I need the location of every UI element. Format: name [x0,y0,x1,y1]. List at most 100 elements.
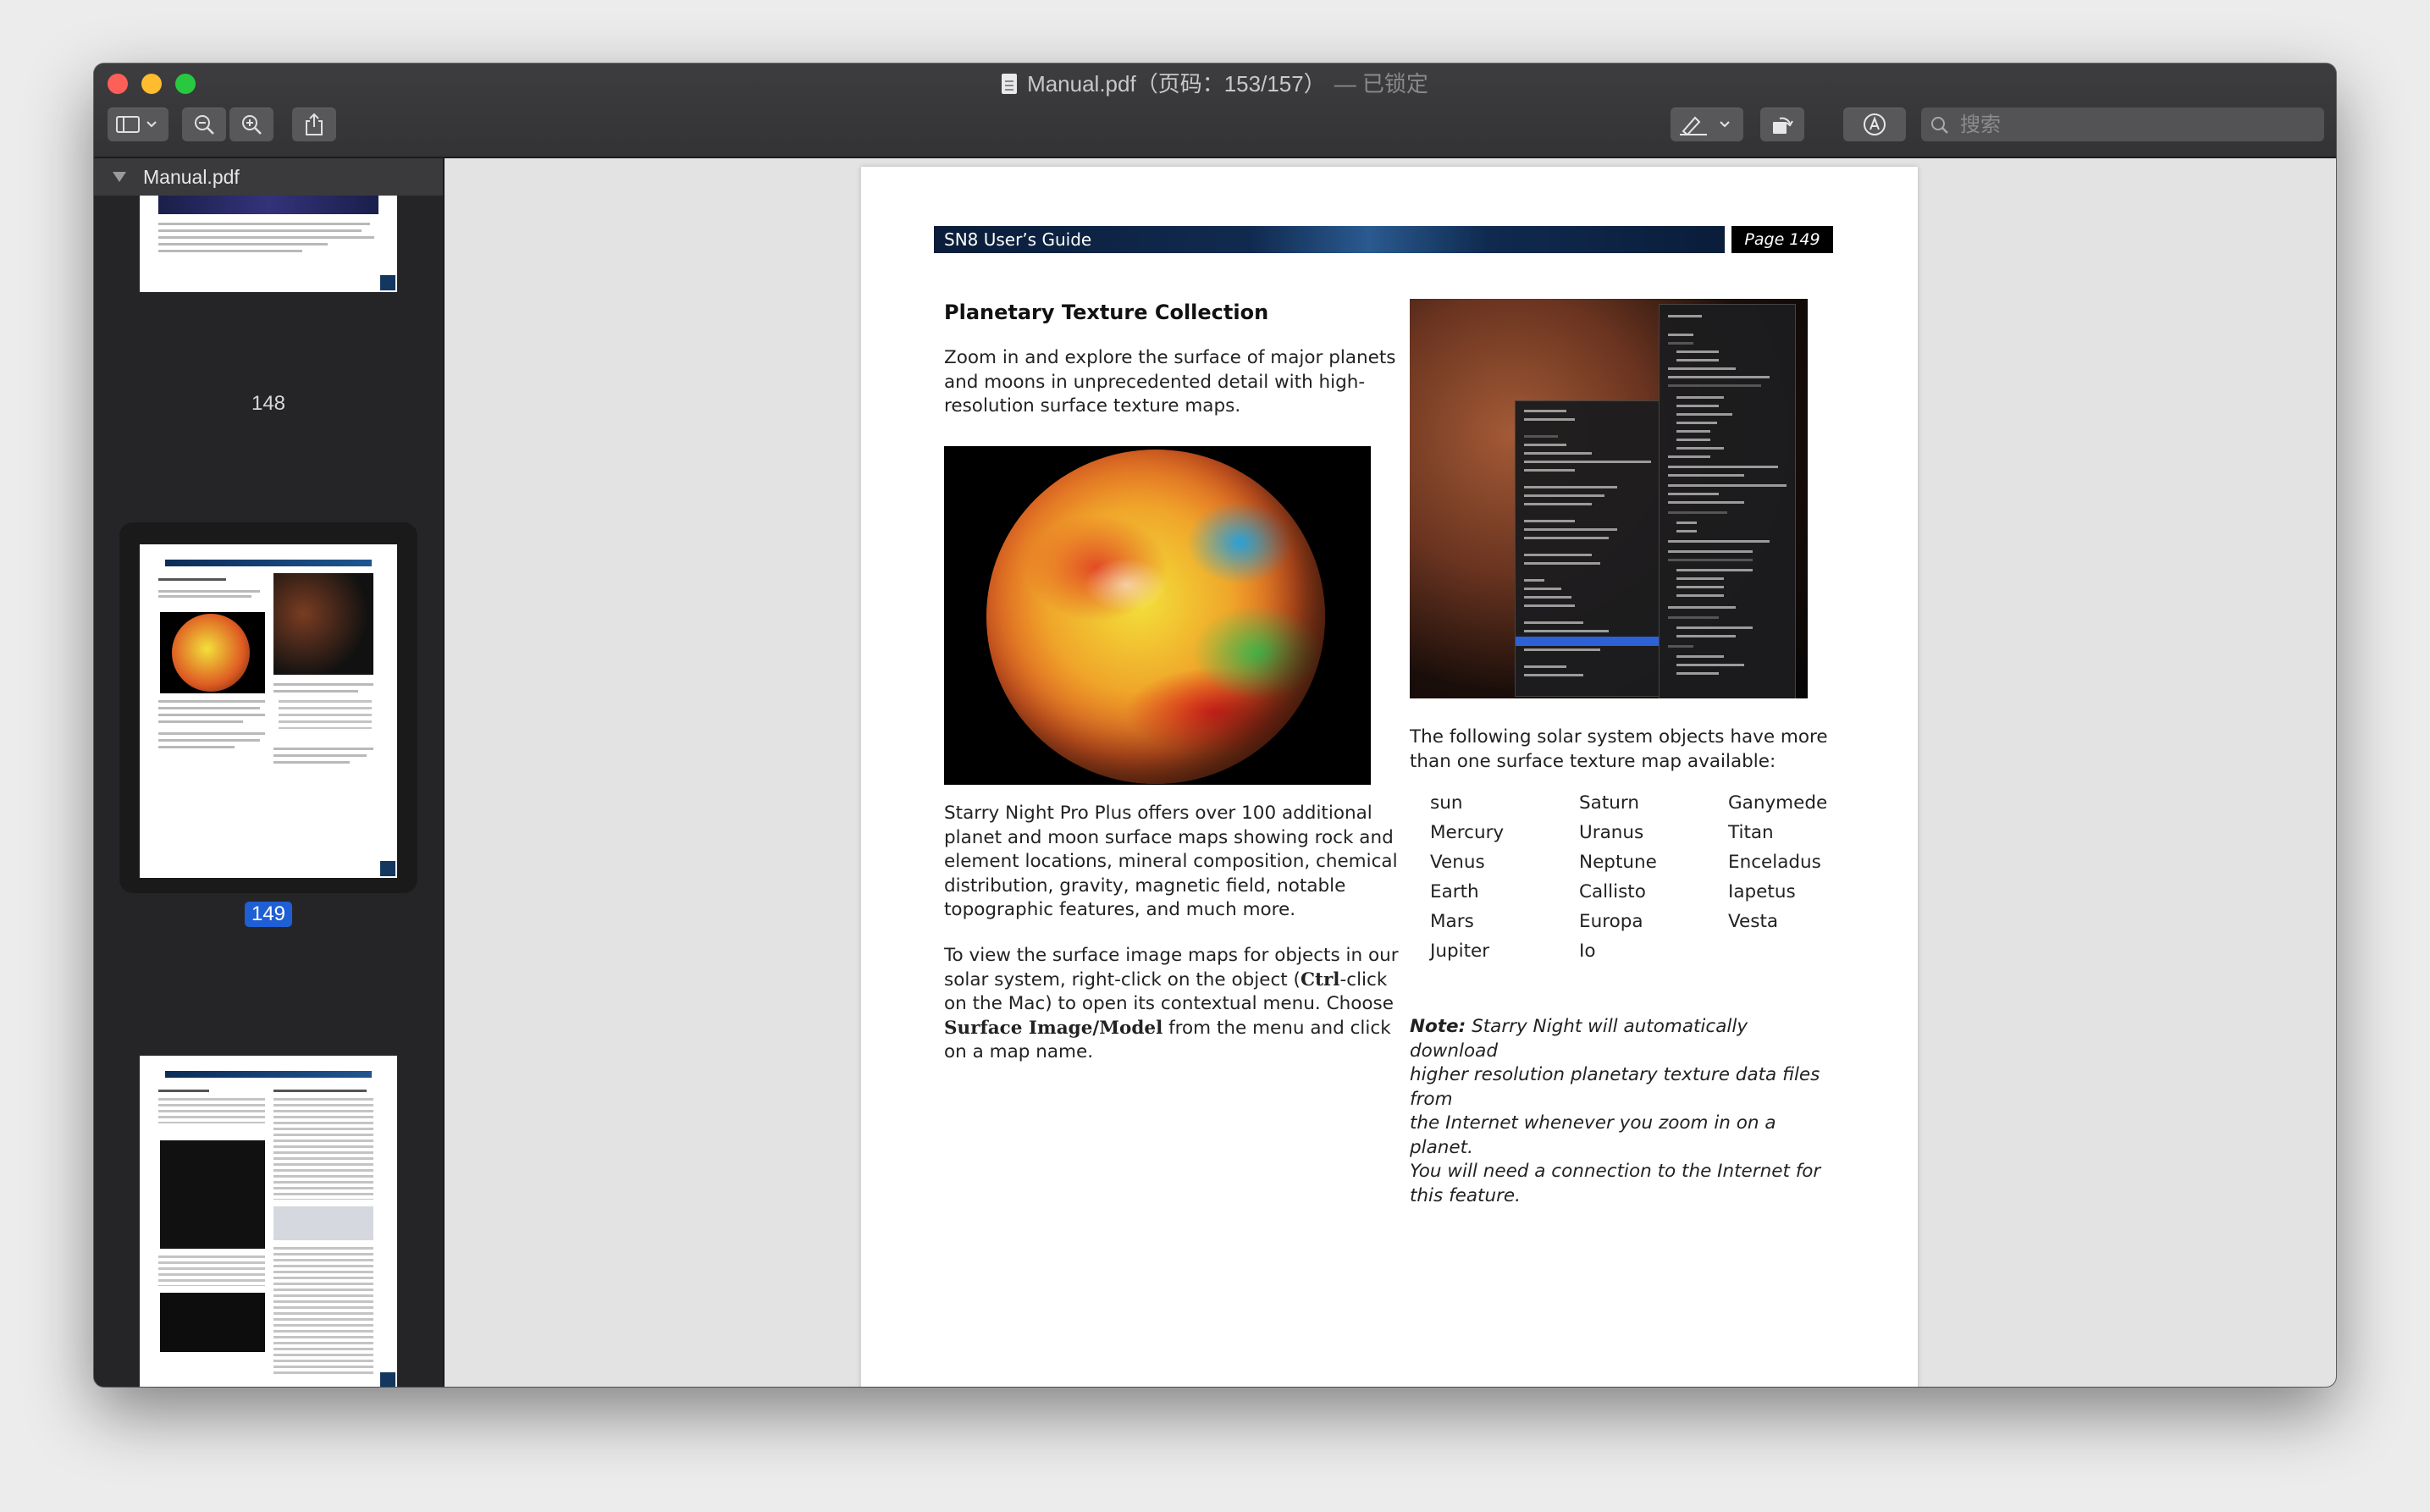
menu-line [1524,630,1609,632]
thumbnail-logo [380,275,395,290]
mars-texture-image [944,446,1371,785]
zoom-in-button[interactable] [229,108,273,141]
text-line: distribution, gravity, magnetic field, n… [944,875,1346,897]
menu-line [1676,413,1732,416]
highlight-button[interactable] [1671,108,1743,141]
menu-line [1524,562,1600,565]
thumbnail-text-line [158,223,370,225]
menu-line [1676,569,1753,571]
share-button[interactable] [292,108,336,141]
search-input[interactable] [1958,111,2317,140]
page-thumbnail-148[interactable] [140,196,397,292]
text-line: and moons in unprecedented detail with h… [944,371,1366,393]
menu-line [1668,384,1761,387]
menu-line [1668,334,1693,336]
window-page-info: （页码：153/157） [1135,71,1326,97]
thumbnail-text-line [158,746,235,748]
text-line: planet and moon surface maps showing roc… [944,826,1394,848]
thumbnail-logo [380,861,395,876]
thumbnail-image [160,612,265,693]
object-name: Ganymede [1728,792,1828,814]
markup-icon [1864,113,1886,135]
text-span: solar system, right-click on the object … [944,968,1301,991]
thumbnail-sidebar: Manual.pdf 148 149 [94,158,445,1387]
sidebar-icon [116,116,157,133]
sidebar-document-name: Manual.pdf [143,166,240,188]
text-span: from the menu and click [1163,1017,1391,1039]
note-lead: Note: [1410,1016,1466,1037]
thumbnail-text-line [273,748,373,750]
preview-window: Manual.pdf（页码：153/157） — 已锁定 搜索 Manual.p… [94,63,2336,1387]
menu-line [1524,435,1558,438]
thumbnail-text-line [273,690,358,693]
text-line: To view the surface image maps for objec… [944,945,1399,966]
description-paragraph: Starry Night Pro Plus offers over 100 ad… [944,802,1398,923]
thumbnail-logo [380,1372,395,1387]
menu-line [1676,655,1724,658]
object-name: Vesta [1728,911,1779,932]
surface-image-model-text: Surface Image/Model [944,1017,1163,1039]
thumbnail-text-line [158,243,328,246]
disclosure-triangle-icon[interactable] [113,172,126,182]
objects-column-3: Ganymede Titan Enceladus Iapetus Vesta [1728,788,1827,936]
thumbnail-text-line [273,1247,373,1374]
menu-line [1524,469,1575,472]
window-file-name: Manual.pdf [1027,71,1136,97]
text-line: solar system, right-click on the object … [944,968,1399,993]
menu-line [1676,635,1736,637]
text-span: -click [1339,968,1388,991]
sidebar-toggle-button[interactable] [108,108,168,141]
page-number-148[interactable]: 148 [94,392,443,416]
rotate-button[interactable] [1760,108,1804,141]
search-field[interactable] [1921,108,2324,141]
share-icon [306,113,323,135]
object-name: Io [1579,941,1596,962]
menu-line [1524,588,1561,590]
object-name: Venus [1430,852,1485,873]
object-name: Titan [1728,822,1774,843]
pdf-page: SN8 User’s Guide Page 149 Planetary Text… [861,167,1918,1387]
text-line: higher resolution planetary texture data… [1410,1064,1820,1110]
menu-line [1668,376,1770,378]
text-line: the Internet whenever you zoom in on a p… [1410,1112,1776,1158]
context-menu-screenshot [1410,299,1808,698]
thumbnail-text-line [279,700,372,729]
menu-highlight [1516,637,1660,646]
menu-line [1676,664,1744,666]
thumbnail-text-line [273,754,367,757]
menu-line [1676,422,1717,424]
thumbnail-text-line [158,236,374,239]
zoom-out-button[interactable] [182,108,226,141]
thumbnail-text-line [273,1090,367,1092]
menu-line [1668,550,1753,553]
menu-line [1524,452,1592,455]
sidebar-document-header[interactable]: Manual.pdf [94,158,443,196]
thumbnail-text-line [158,590,260,593]
thumbnail-text-line [158,707,260,709]
objects-intro: The following solar system objects have … [1410,726,1828,774]
thumbnail-text-line [158,720,243,723]
object-name: Callisto [1579,881,1646,902]
thumbnail-text-line [158,578,226,581]
document-view[interactable]: SN8 User’s Guide Page 149 Planetary Text… [445,158,2336,1387]
menu-line [1524,410,1566,412]
thumbnail-globe [172,614,250,692]
menu-line [1524,528,1617,531]
menu-line [1668,645,1693,648]
menu-line [1676,350,1719,353]
menu-line [1668,501,1744,504]
object-name: Mars [1430,911,1474,932]
menu-line [1668,606,1736,609]
page-thumbnail-150[interactable] [140,1056,397,1387]
locked-status: — 已锁定 [1334,71,1428,97]
menu-line [1524,444,1566,446]
markup-button[interactable] [1843,108,1906,141]
page-thumbnail-149[interactable] [140,544,397,878]
thumbnail-image [160,1140,265,1249]
menu-line [1676,521,1697,524]
menu-line [1668,455,1710,458]
menu-line [1676,430,1710,433]
page-number-149[interactable]: 149 [245,902,292,927]
menu-line [1668,474,1744,477]
menu-line [1676,586,1724,588]
